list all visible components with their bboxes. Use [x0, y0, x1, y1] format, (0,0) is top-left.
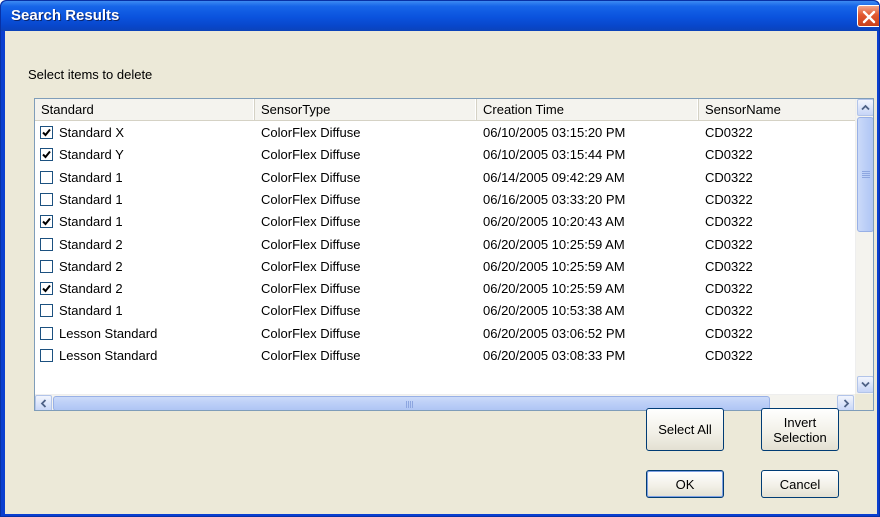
cell-standard: Lesson Standard [35, 345, 157, 367]
list-item[interactable]: Lesson Standard ColorFlex Diffuse 06/20/20… [35, 345, 855, 367]
arrow-right-icon [843, 399, 850, 408]
list-item[interactable]: Standard 1 ColorFlex Diffuse 06/20/2005 10… [35, 300, 855, 322]
select-all-button[interactable]: Select All [646, 408, 724, 451]
column-header-standard[interactable]: Standard [35, 99, 255, 120]
standard-name: Lesson Standard [59, 325, 158, 341]
vertical-scroll-thumb[interactable] [857, 117, 873, 232]
standard-name: Standard 1 [59, 303, 123, 319]
column-header-sensorname[interactable]: SensorName [699, 99, 855, 120]
window-title: Search Results [11, 7, 120, 24]
cell-sensor-type: ColorFlex Diffuse [261, 125, 361, 140]
standard-name: Standard 2 [59, 258, 123, 274]
arrow-left-icon [40, 399, 47, 408]
cell-sensor-name: CD0322 [705, 348, 753, 363]
cell-creation-time: 06/14/2005 09:42:29 AM [483, 169, 625, 185]
standard-name: Standard 2 [59, 236, 123, 252]
standard-name: Standard X [59, 125, 125, 140]
dialog-body: Select items to delete Standard SensorTy… [5, 31, 877, 514]
cell-sensor-name: CD0322 [705, 147, 753, 163]
standard-name: Standard 1 [59, 191, 123, 207]
standard-name: Standard 1 [59, 214, 123, 230]
ok-button[interactable]: OK [646, 470, 724, 498]
cell-sensor-type: ColorFlex Diffuse [261, 303, 361, 319]
standard-name: Standard 1 [59, 169, 123, 185]
cell-sensor-name: CD0322 [705, 281, 753, 297]
title-bar[interactable]: Search Results [1, 1, 879, 31]
list-item[interactable]: Standard X ColorFlex Diffuse 06/10/2005 03… [35, 122, 855, 144]
cell-sensor-type: ColorFlex Diffuse [261, 214, 361, 230]
list-rows: Standard X ColorFlex Diffuse 06/10/2005 03… [35, 122, 855, 395]
cell-creation-time: 06/20/2005 03:08:33 PM [483, 348, 626, 363]
cell-sensor-type: ColorFlex Diffuse [261, 325, 361, 341]
invert-selection-button[interactable]: Invert Selection [761, 408, 839, 451]
scroll-corner [855, 394, 873, 410]
close-icon [862, 10, 876, 24]
list-item[interactable]: Standard Y ColorFlex Diffuse 06/10/2005 03… [35, 144, 855, 166]
scroll-left-button[interactable] [35, 395, 52, 410]
list-item[interactable]: Standard 1 ColorFlex Diffuse 06/16/2005 03… [35, 189, 855, 211]
cell-standard: Standard 1 [35, 167, 123, 189]
cell-standard: Standard 1 [35, 189, 123, 211]
standard-name: Standard Y [59, 147, 124, 163]
cell-sensor-name: CD0322 [705, 258, 753, 274]
cell-standard: Standard X [35, 122, 124, 144]
list-item[interactable]: Lesson Standard ColorFlex Diffuse 06/20/20… [35, 323, 855, 345]
cell-sensor-type: ColorFlex Diffuse [261, 236, 361, 252]
list-item[interactable]: Standard 1 ColorFlex Diffuse 06/14/2005 09… [35, 167, 855, 189]
cell-creation-time: 06/20/2005 03:06:52 PM [483, 325, 626, 341]
cell-sensor-type: ColorFlex Diffuse [261, 169, 361, 185]
cell-creation-time: 06/20/2005 10:53:38 AM [483, 303, 625, 319]
cell-standard: Standard 2 [35, 256, 123, 278]
cell-sensor-name: CD0322 [705, 191, 753, 207]
cell-standard: Standard 1 [35, 211, 123, 233]
cell-sensor-type: ColorFlex Diffuse [261, 348, 361, 363]
cell-creation-time: 06/16/2005 03:33:20 PM [483, 191, 626, 207]
cell-sensor-name: CD0322 [705, 214, 753, 230]
column-header-sensortype[interactable]: SensorType [255, 99, 477, 120]
cell-creation-time: 06/20/2005 10:25:59 AM [483, 258, 625, 274]
cell-sensor-type: ColorFlex Diffuse [261, 258, 361, 274]
cell-sensor-name: CD0322 [705, 325, 753, 341]
search-results-dialog: Search Results Select items to delete St… [0, 0, 880, 517]
standard-name: Lesson Standard [59, 348, 158, 363]
list-item[interactable]: Standard 2 ColorFlex Diffuse 06/20/2005 10… [35, 256, 855, 278]
list-item[interactable]: Standard 2 ColorFlex Diffuse 06/20/2005 10… [35, 234, 855, 256]
cell-creation-time: 06/10/2005 03:15:44 PM [483, 147, 626, 163]
cell-creation-time: 06/10/2005 03:15:20 PM [483, 125, 626, 140]
cell-standard: Standard Y [35, 144, 124, 166]
scroll-down-button[interactable] [857, 376, 873, 393]
cell-creation-time: 06/20/2005 10:25:59 AM [483, 236, 625, 252]
cell-creation-time: 06/20/2005 10:20:43 AM [483, 214, 625, 230]
column-header-creation-time[interactable]: Creation Time [477, 99, 699, 120]
close-button[interactable] [857, 5, 879, 27]
results-list[interactable]: Standard SensorType Creation Time Sensor… [34, 98, 874, 411]
horizontal-scrollbar[interactable] [35, 394, 855, 410]
instruction-label: Select items to delete [28, 67, 153, 82]
list-item[interactable]: Standard 1 ColorFlex Diffuse 06/20/2005 10… [35, 211, 855, 233]
arrow-up-icon [861, 104, 870, 111]
cancel-button[interactable]: Cancel [761, 470, 839, 498]
list-header: Standard SensorType Creation Time Sensor… [35, 99, 855, 121]
cell-standard: Standard 2 [35, 234, 123, 256]
cell-sensor-type: ColorFlex Diffuse [261, 147, 361, 163]
arrow-down-icon [861, 381, 870, 388]
cell-sensor-name: CD0322 [705, 169, 753, 185]
cell-sensor-name: CD0322 [705, 125, 753, 140]
cell-sensor-name: CD0322 [705, 236, 753, 252]
standard-name: Standard 2 [59, 281, 123, 297]
cell-standard: Standard 2 [35, 278, 123, 300]
cell-sensor-name: CD0322 [705, 303, 753, 319]
vertical-scrollbar[interactable] [855, 99, 873, 394]
cell-standard: Standard 1 [35, 300, 123, 322]
cell-sensor-type: ColorFlex Diffuse [261, 281, 361, 297]
scroll-up-button[interactable] [857, 99, 873, 116]
scroll-right-button[interactable] [837, 395, 854, 410]
cell-sensor-type: ColorFlex Diffuse [261, 191, 361, 207]
cell-standard: Lesson Standard [35, 323, 157, 345]
list-item[interactable]: Standard 2 ColorFlex Diffuse 06/20/2005 10… [35, 278, 855, 300]
cell-creation-time: 06/20/2005 10:25:59 AM [483, 281, 625, 297]
